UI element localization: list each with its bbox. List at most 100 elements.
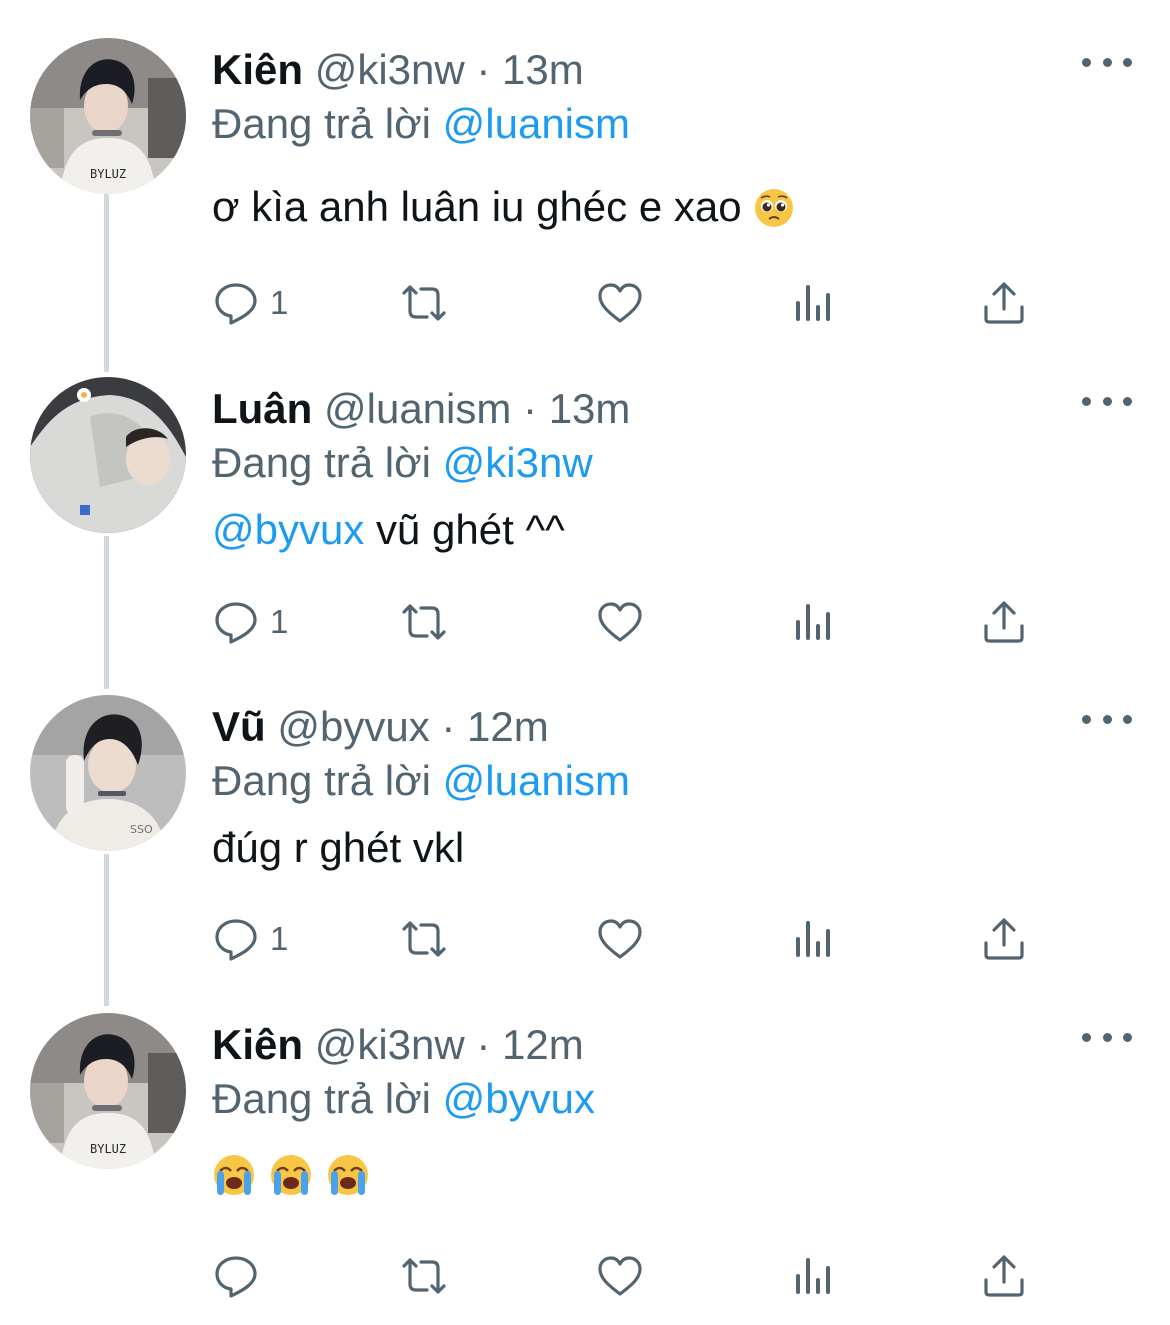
retweet-icon: [402, 1258, 446, 1294]
tweet-text-content: đúg r ghét vkl: [212, 824, 465, 871]
like-button[interactable]: [596, 597, 644, 647]
timestamp[interactable]: 12m: [502, 1021, 584, 1068]
display-name[interactable]: Vũ: [212, 703, 266, 750]
analytics-button[interactable]: [790, 278, 838, 328]
reply-bubble-icon: [215, 602, 257, 644]
retweet-button[interactable]: [400, 597, 448, 647]
text-mention[interactable]: @byvux: [212, 506, 364, 553]
share-button[interactable]: [980, 278, 1028, 328]
avatar-photo: SSO: [30, 695, 186, 851]
avatar[interactable]: BYLUZ: [30, 38, 186, 194]
username[interactable]: @ki3nw: [315, 1021, 465, 1068]
bar-chart-icon: [796, 604, 830, 640]
display-name[interactable]: Kiên: [212, 46, 303, 93]
tweet-text: [212, 1153, 372, 1208]
replying-to-label: Đang trả lời: [212, 439, 431, 486]
reply-button[interactable]: 1: [212, 278, 288, 328]
tweet[interactable]: BYLUZ Kiên @ki3nw · 12m Đang trả lời @by…: [0, 1013, 1170, 1313]
share-upload-icon: [984, 282, 1024, 324]
pleading-face-emoji-icon: [755, 189, 794, 227]
tweet-actions: 1: [212, 278, 1112, 328]
analytics-button[interactable]: [790, 914, 838, 964]
share-button[interactable]: [980, 1251, 1028, 1301]
retweet-icon: [402, 604, 446, 640]
share-upload-icon: [984, 601, 1024, 643]
tweet-text: ơ kìa anh luân iu ghéc e xao: [212, 182, 795, 232]
replying-to: Đang trả lời @ki3nw: [212, 439, 593, 487]
retweet-button[interactable]: [400, 278, 448, 328]
tweet-header: Luân @luanism · 13m: [212, 385, 630, 433]
share-upload-icon: [984, 1255, 1024, 1297]
separator-dot: ·: [476, 46, 491, 93]
timestamp[interactable]: 13m: [549, 385, 631, 432]
retweet-button[interactable]: [400, 1251, 448, 1301]
analytics-button[interactable]: [790, 1251, 838, 1301]
heart-icon: [598, 283, 642, 323]
tweet[interactable]: Luân @luanism · 13m Đang trả lời @ki3nw …: [0, 377, 1170, 677]
tweet-text: @byvux vũ ghét ^^: [212, 505, 565, 555]
retweet-icon: [402, 921, 446, 957]
share-button[interactable]: [980, 597, 1028, 647]
replying-to-label: Đang trả lời: [212, 757, 431, 804]
tweet-text: đúg r ghét vkl: [212, 823, 464, 873]
more-icon[interactable]: [1082, 52, 1132, 72]
reply-bubble-icon: [215, 283, 257, 325]
like-button[interactable]: [596, 1251, 644, 1301]
tweet-header: Kiên @ki3nw · 13m: [212, 46, 584, 94]
retweet-button[interactable]: [400, 914, 448, 964]
display-name[interactable]: Kiên: [212, 1021, 303, 1068]
bar-chart-icon: [796, 285, 830, 321]
reply-button[interactable]: [212, 1251, 260, 1301]
timestamp[interactable]: 13m: [502, 46, 584, 93]
tweet-text-content: ơ kìa anh luân iu ghéc e xao: [212, 183, 742, 230]
separator-dot: ·: [523, 385, 538, 432]
share-button[interactable]: [980, 914, 1028, 964]
replying-to: Đang trả lời @luanism: [212, 757, 630, 805]
replying-to-label: Đang trả lời: [212, 1075, 431, 1122]
heart-icon: [598, 602, 642, 642]
replying-to: Đang trả lời @byvux: [212, 1075, 595, 1123]
share-upload-icon: [984, 918, 1024, 960]
avatar[interactable]: BYLUZ: [30, 1013, 186, 1169]
replying-to: Đang trả lời @luanism: [212, 100, 630, 148]
svg-text:BYLUZ: BYLUZ: [90, 1142, 126, 1156]
reply-thread: BYLUZ Kiên @ki3nw · 13m Đang trả lời @lu…: [0, 0, 1170, 1325]
reply-bubble-icon: [215, 919, 257, 961]
more-icon[interactable]: [1082, 709, 1132, 729]
tweet-header: Kiên @ki3nw · 12m: [212, 1021, 584, 1069]
tweet[interactable]: SSO Vũ @byvux · 12m Đang trả lời @luanis…: [0, 695, 1170, 995]
analytics-button[interactable]: [790, 597, 838, 647]
timestamp[interactable]: 12m: [467, 703, 549, 750]
tweet-actions: 1: [212, 597, 1112, 647]
replying-to-mention[interactable]: @luanism: [443, 100, 630, 147]
display-name[interactable]: Luân: [212, 385, 312, 432]
reply-button[interactable]: 1: [212, 914, 288, 964]
separator-dot: ·: [441, 703, 456, 750]
tweet-actions: 1: [212, 914, 1112, 964]
svg-text:SSO: SSO: [130, 823, 153, 836]
replying-to-label: Đang trả lời: [212, 100, 431, 147]
avatar-photo: [30, 377, 186, 533]
loudly-crying-face-emoji-icon: [214, 1155, 368, 1195]
more-icon[interactable]: [1082, 1027, 1132, 1047]
tweet[interactable]: BYLUZ Kiên @ki3nw · 13m Đang trả lời @lu…: [0, 38, 1170, 358]
reply-button[interactable]: 1: [212, 597, 288, 647]
tweet-actions: [212, 1251, 1112, 1301]
like-button[interactable]: [596, 278, 644, 328]
replying-to-mention[interactable]: @ki3nw: [443, 439, 593, 486]
bar-chart-icon: [796, 1258, 830, 1294]
heart-icon: [598, 919, 642, 959]
username[interactable]: @luanism: [324, 385, 511, 432]
more-icon[interactable]: [1082, 391, 1132, 411]
avatar[interactable]: [30, 377, 186, 533]
retweet-icon: [402, 285, 446, 321]
replying-to-mention[interactable]: @luanism: [443, 757, 630, 804]
replying-to-mention[interactable]: @byvux: [443, 1075, 595, 1122]
username[interactable]: @byvux: [277, 703, 429, 750]
avatar[interactable]: SSO: [30, 695, 186, 851]
username[interactable]: @ki3nw: [315, 46, 465, 93]
like-button[interactable]: [596, 914, 644, 964]
tweet-text-content: vũ ghét ^^: [364, 506, 565, 553]
avatar-photo: BYLUZ: [30, 38, 186, 194]
reply-count: 1: [270, 284, 289, 321]
